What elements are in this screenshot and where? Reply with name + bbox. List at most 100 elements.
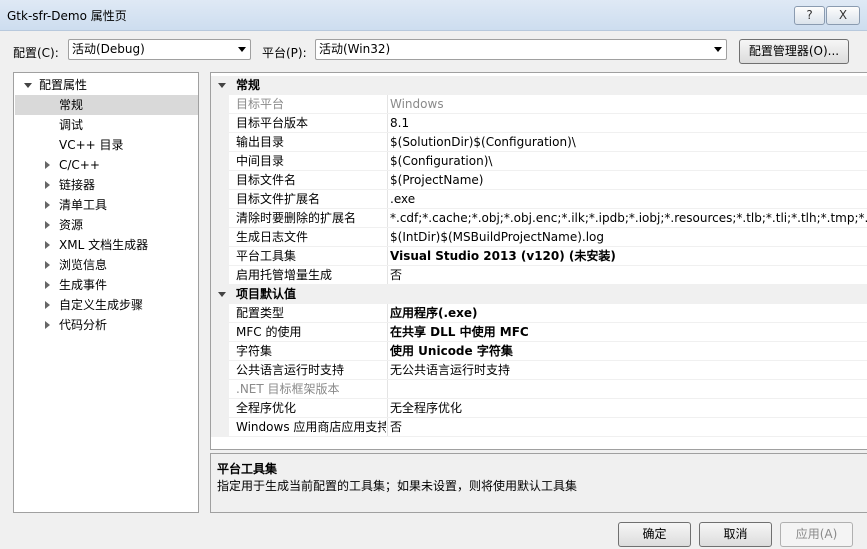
tree-item-label: 常规: [59, 98, 84, 112]
expand-icon[interactable]: [45, 261, 50, 269]
tree-item[interactable]: 代码分析: [15, 315, 198, 335]
expand-icon[interactable]: [45, 201, 50, 209]
property-row[interactable]: 清除时要删除的扩展名 *.cdf;*.cache;*.obj;*.obj.enc;…: [211, 209, 867, 228]
row-margin: [211, 323, 229, 342]
collapse-icon[interactable]: [218, 292, 226, 297]
expand-icon[interactable]: [45, 321, 50, 329]
property-name: 清除时要删除的扩展名: [236, 211, 357, 225]
property-name: 目标平台: [236, 97, 285, 111]
cancel-button[interactable]: 取消: [699, 522, 772, 547]
close-button[interactable]: X: [826, 6, 860, 25]
tree-item[interactable]: 常规: [15, 95, 198, 115]
expand-icon[interactable]: [45, 161, 50, 169]
row-margin: [211, 266, 229, 285]
property-row[interactable]: .NET 目标框架版本: [211, 380, 867, 399]
property-row[interactable]: 目标平台版本 8.1: [211, 114, 867, 133]
property-value[interactable]: [390, 380, 867, 399]
category-row[interactable]: 常规: [211, 76, 867, 95]
expand-icon[interactable]: [45, 301, 50, 309]
property-value[interactable]: $(ProjectName): [390, 171, 867, 190]
property-grid[interactable]: 常规目标平台 Windows 目标平台版本 8.1 输出目录 $(SolutionDir)…: [210, 72, 867, 450]
chevron-down-icon: [714, 47, 722, 52]
property-value[interactable]: *.cdf;*.cache;*.obj;*.obj.enc;*.ilk;*.ip…: [390, 209, 867, 228]
tree-item-label: 资源: [59, 218, 84, 232]
property-value[interactable]: 无公共语言运行时支持: [390, 361, 867, 380]
window-title: Gtk-sfr-Demo 属性页: [7, 9, 127, 23]
platform-label: 平台(P):: [262, 46, 307, 60]
property-row[interactable]: 目标平台 Windows: [211, 95, 867, 114]
description-panel: 平台工具集 指定用于生成当前配置的工具集；如果未设置，则将使用默认工具集: [210, 453, 867, 513]
expand-icon[interactable]: [45, 281, 50, 289]
row-margin: [211, 114, 229, 133]
property-name: 公共语言运行时支持: [236, 363, 345, 377]
row-margin: [211, 247, 229, 266]
column-divider: [387, 152, 388, 171]
property-row[interactable]: 目标文件名 $(ProjectName): [211, 171, 867, 190]
tree-item[interactable]: 资源: [15, 215, 198, 235]
category-row[interactable]: 项目默认值: [211, 285, 867, 304]
property-name: 目标文件名: [236, 173, 297, 187]
tree-item-label: 清单工具: [59, 198, 108, 212]
property-name: 字符集: [236, 344, 273, 358]
configuration-manager-button[interactable]: 配置管理器(O)...: [739, 39, 849, 64]
property-row[interactable]: 输出目录 $(SolutionDir)$(Configuration)\: [211, 133, 867, 152]
property-name: 输出目录: [236, 135, 285, 149]
property-value[interactable]: 应用程序(.exe): [390, 304, 867, 323]
help-button[interactable]: ?: [794, 6, 825, 25]
property-row[interactable]: Windows 应用商店应用支持否: [211, 418, 867, 437]
column-divider: [387, 114, 388, 133]
property-row[interactable]: 目标文件扩展名 .exe: [211, 190, 867, 209]
property-row[interactable]: 字符集 使用 Unicode 字符集: [211, 342, 867, 361]
tree-item[interactable]: 链接器: [15, 175, 198, 195]
column-divider: [387, 342, 388, 361]
property-value[interactable]: $(IntDir)$(MSBuildProjectName).log: [390, 228, 867, 247]
row-margin: [211, 418, 229, 437]
configuration-select[interactable]: 活动(Debug): [68, 39, 251, 60]
property-row[interactable]: 生成日志文件 $(IntDir)$(MSBuildProjectName).log: [211, 228, 867, 247]
property-value[interactable]: Visual Studio 2013 (v120) (未安装): [390, 247, 867, 266]
collapse-icon[interactable]: [24, 83, 32, 88]
property-value[interactable]: 使用 Unicode 字符集: [390, 342, 867, 361]
property-value[interactable]: 在共享 DLL 中使用 MFC: [390, 323, 867, 342]
tree-item-label: XML 文档生成器: [59, 238, 149, 252]
column-divider: [387, 190, 388, 209]
apply-button[interactable]: 应用(A): [780, 522, 853, 547]
tree-item[interactable]: 生成事件: [15, 275, 198, 295]
property-value[interactable]: Windows: [390, 95, 867, 114]
property-row[interactable]: 启用托管增量生成 否: [211, 266, 867, 285]
property-value[interactable]: 8.1: [390, 114, 867, 133]
tree-item[interactable]: XML 文档生成器: [15, 235, 198, 255]
row-margin: [211, 95, 229, 114]
description-title: 平台工具集: [217, 462, 278, 476]
tree-item[interactable]: 清单工具: [15, 195, 198, 215]
property-value[interactable]: 否: [390, 266, 867, 285]
tree-item[interactable]: VC++ 目录: [15, 135, 198, 155]
category-name: 项目默认值: [236, 287, 297, 301]
expand-icon[interactable]: [45, 181, 50, 189]
property-row[interactable]: 全程序优化 无全程序优化: [211, 399, 867, 418]
ok-button[interactable]: 确定: [618, 522, 691, 547]
property-row[interactable]: 平台工具集 Visual Studio 2013 (v120) (未安装): [211, 247, 867, 266]
platform-select[interactable]: 活动(Win32): [315, 39, 727, 60]
expand-icon[interactable]: [45, 221, 50, 229]
property-row[interactable]: MFC 的使用 在共享 DLL 中使用 MFC: [211, 323, 867, 342]
expand-icon[interactable]: [45, 241, 50, 249]
property-value[interactable]: $(Configuration)\: [390, 152, 867, 171]
tree-item[interactable]: 调试: [15, 115, 198, 135]
tree-item[interactable]: 浏览信息: [15, 255, 198, 275]
property-row[interactable]: 公共语言运行时支持 无公共语言运行时支持: [211, 361, 867, 380]
property-row[interactable]: 配置类型 应用程序(.exe): [211, 304, 867, 323]
collapse-icon[interactable]: [218, 83, 226, 88]
property-row[interactable]: 中间目录 $(Configuration)\: [211, 152, 867, 171]
property-name: 目标平台版本: [236, 116, 309, 130]
property-value[interactable]: $(SolutionDir)$(Configuration)\: [390, 133, 867, 152]
property-tree[interactable]: 配置属性 常规调试 VC++ 目录 C/C++ 链接器清单工具资源 XML 文档生成器浏…: [13, 72, 199, 513]
tree-item[interactable]: 自定义生成步骤: [15, 295, 198, 315]
column-divider: [387, 228, 388, 247]
property-value[interactable]: 否: [390, 418, 867, 437]
property-value[interactable]: 无全程序优化: [390, 399, 867, 418]
tree-item[interactable]: C/C++: [15, 155, 198, 175]
property-value[interactable]: .exe: [390, 190, 867, 209]
tree-root-config-properties[interactable]: 配置属性: [22, 75, 198, 95]
column-divider: [387, 266, 388, 285]
